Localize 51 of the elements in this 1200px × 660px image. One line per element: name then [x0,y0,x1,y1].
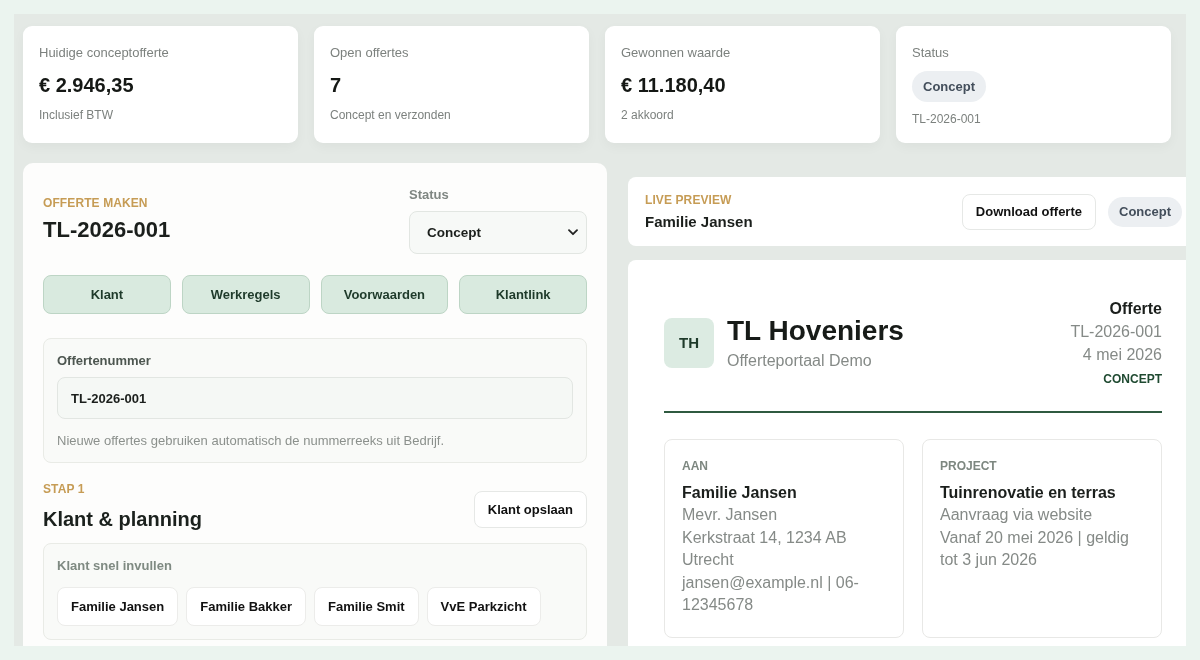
client-option-button[interactable]: Familie Jansen [57,587,179,626]
company-name: TL Hoveniers [727,314,904,347]
quote-title: TL-2026-001 [43,217,171,243]
company-subtitle: Offerteportaal Demo [727,350,873,371]
section-button[interactable]: Voorwaarden [320,275,449,314]
client-option-button[interactable]: Familie Bakker [186,587,306,626]
info-heading: PROJECT [940,458,998,474]
step-eyebrow: STAP 1 [43,481,86,497]
stat-label: Gewonnen waarde [621,45,732,61]
quick-fill-label: Klant snel invullen [57,558,173,574]
client-option-button[interactable]: Familie Smit [314,587,419,626]
section-button[interactable]: Klantlink [459,275,587,314]
preview-client-name: Familie Jansen [645,211,754,232]
stat-label: Status [912,45,950,61]
quote-number-field[interactable]: TL-2026-001 [57,377,573,419]
info-heading: AAN [682,458,709,474]
info-title: Familie Jansen [682,483,798,503]
info-line: Vanaf 20 mei 2026 | geldig tot 3 jun 2026 [940,527,1130,571]
stat-note: TL-2026-001 [912,111,982,127]
client-option-button[interactable]: VvE Parkzicht [426,587,541,626]
status-label: Status [409,187,450,203]
company-logo: TH [664,317,714,368]
info-line: jansen@example.nl | 06-12345678 [682,572,860,616]
status-select[interactable]: Concept [409,211,587,254]
info-line: Aanvraag via website [940,505,1094,525]
chevron-down-icon [568,229,578,236]
stat-note: 2 akkoord [621,107,675,123]
document-type: Offerte [1108,299,1162,319]
document-date: 4 mei 2026 [1081,345,1162,365]
document-status: CONCEPT [1102,371,1162,387]
field-label: Offertenummer [57,353,152,369]
stat-label: Huidige conceptofferte [39,45,170,61]
save-client-button[interactable]: Klant opslaan [473,491,587,528]
stat-value: 7 [330,73,343,98]
stat-label: Open offertes [330,45,410,61]
status-badge: Concept [1108,196,1182,227]
stat-note: Concept en verzonden [330,107,452,123]
section-eyebrow: OFFERTE MAKEN [43,195,149,211]
document-number: TL-2026-001 [1070,322,1162,342]
section-button[interactable]: Klant [43,275,171,314]
preview-eyebrow: LIVE PREVIEW [645,191,733,208]
step-title: Klant & planning [43,507,202,531]
download-button[interactable]: Download offerte [961,193,1096,230]
section-button[interactable]: Werkregels [181,275,310,314]
help-text: Nieuwe offertes gebruiken automatisch de nummerreeks uit Bedrijf. [57,433,446,449]
info-title: Tuinrenovatie en terras [940,483,1117,503]
stat-value: € 2.946,35 [39,73,135,98]
stat-note: Inclusief BTW [39,107,114,123]
stat-value: € 11.180,40 [621,73,727,98]
status-badge: Concept [912,71,986,102]
info-line: Mevr. Jansen [682,505,779,525]
